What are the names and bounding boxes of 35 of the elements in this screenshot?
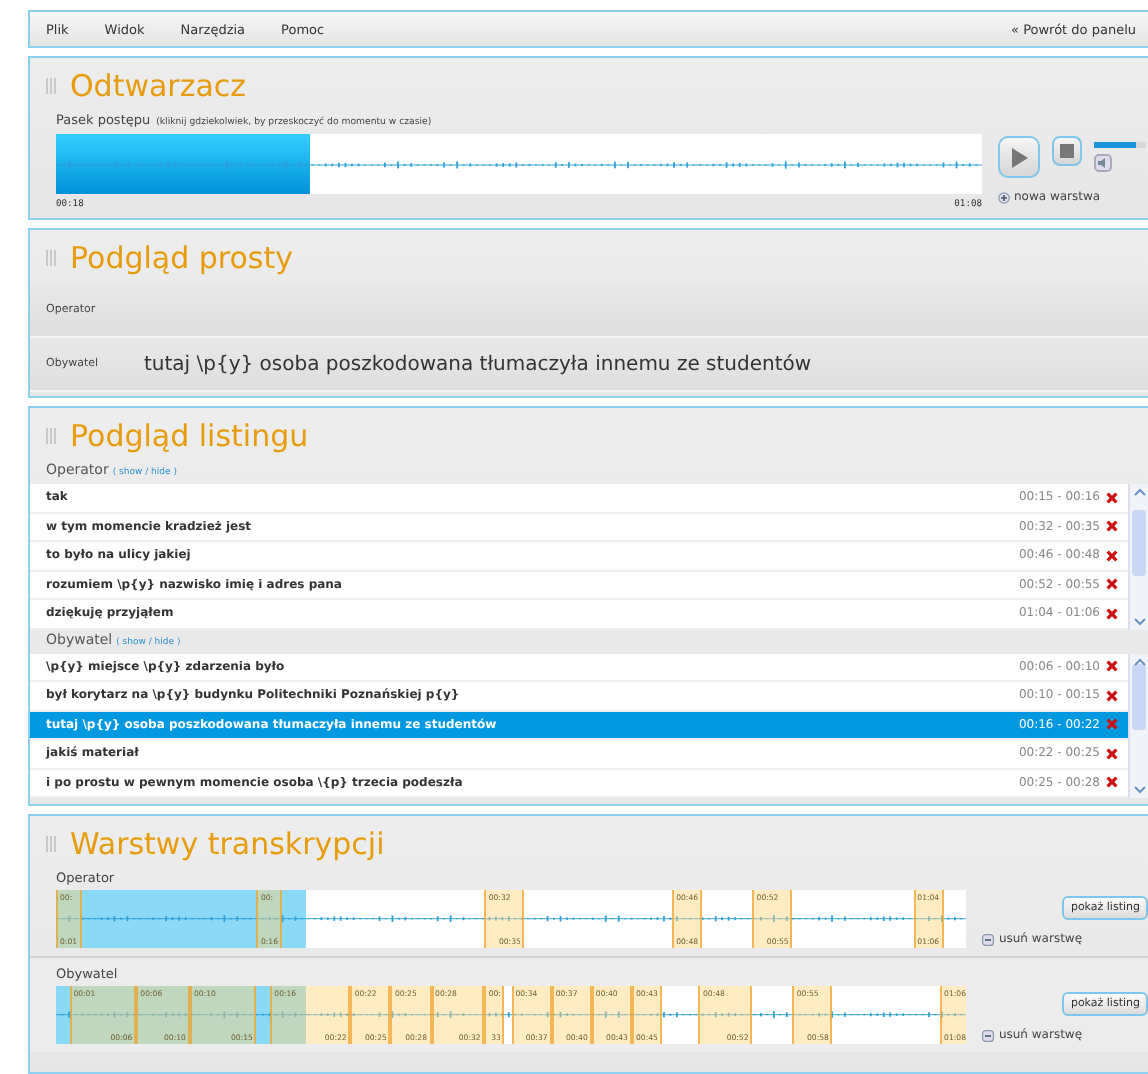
scroll-down-icon[interactable] (1133, 617, 1145, 625)
minus-icon (982, 933, 995, 945)
plus-icon (998, 191, 1010, 203)
panel-title: Warstwy transkrypcji (70, 825, 385, 861)
drag-handle-icon[interactable] (46, 427, 56, 443)
delete-icon[interactable] (1106, 660, 1118, 673)
scroll-up-icon[interactable] (1133, 657, 1145, 665)
delete-icon[interactable] (1106, 491, 1118, 504)
delete-icon[interactable] (1106, 607, 1118, 620)
drag-handle-icon[interactable] (46, 77, 56, 93)
play-button[interactable] (998, 136, 1040, 178)
delete-icon[interactable] (1106, 578, 1118, 591)
stop-button[interactable] (1052, 136, 1082, 166)
delete-icon[interactable] (1106, 747, 1118, 760)
delete-icon[interactable] (1106, 549, 1118, 562)
delete-icon[interactable] (1106, 689, 1118, 702)
delete-icon[interactable] (1106, 718, 1118, 731)
scrollbar[interactable] (1128, 484, 1148, 629)
scroll-up-icon[interactable] (1133, 488, 1145, 496)
volume-slider[interactable] (1094, 142, 1146, 148)
drag-handle-icon[interactable] (46, 835, 56, 851)
scroll-down-icon[interactable] (1133, 786, 1145, 794)
panel-title: Podgląd prosty (70, 239, 293, 275)
play-icon (1010, 147, 1028, 167)
minus-icon (982, 1029, 995, 1041)
panel-title: Podgląd listingu (70, 417, 309, 453)
progress-bar[interactable] (56, 134, 982, 194)
speaker-icon[interactable] (1094, 154, 1112, 172)
scrollbar[interactable] (1128, 653, 1148, 798)
stop-icon (1060, 144, 1074, 158)
delete-icon[interactable] (1106, 776, 1118, 789)
panel-title: Odtwarzacz (70, 67, 247, 103)
delete-icon[interactable] (1106, 520, 1118, 533)
drag-handle-icon[interactable] (46, 249, 56, 265)
utterance-text: tutaj \p{y} osoba poszkodowana tłumaczyła innemu ze studentów (144, 353, 812, 375)
